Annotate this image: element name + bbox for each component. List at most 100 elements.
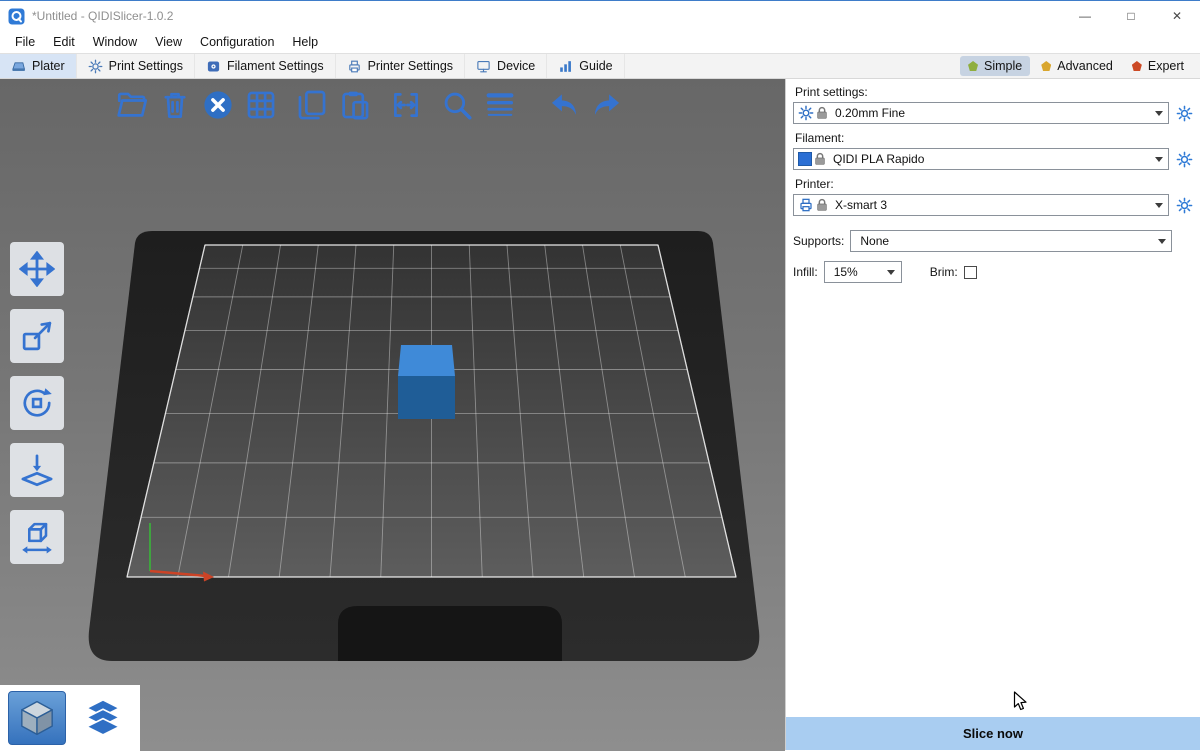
dropdown-arrow-icon <box>1150 149 1167 169</box>
advanced-mode-icon <box>1041 61 1051 71</box>
tab-filament-settings[interactable]: Filament Settings <box>195 54 336 78</box>
place-on-face-icon <box>19 452 55 488</box>
preview-view-button[interactable] <box>74 691 132 745</box>
delete-button[interactable] <box>155 85 195 125</box>
printer-select[interactable]: X-smart 3 <box>793 194 1169 216</box>
undo-icon <box>547 88 581 122</box>
scale-button[interactable] <box>10 309 64 363</box>
3d-editor-view-button[interactable] <box>8 691 66 745</box>
lock-icon <box>814 197 830 213</box>
tab-print-settings[interactable]: Print Settings <box>77 54 195 78</box>
search-button[interactable] <box>437 85 477 125</box>
menu-view[interactable]: View <box>146 35 191 49</box>
brim-checkbox[interactable] <box>964 266 977 279</box>
window-controls: — □ ✕ <box>1062 1 1200 31</box>
lock-icon <box>812 151 828 167</box>
minimize-button[interactable]: — <box>1062 1 1108 31</box>
app-icon <box>8 8 25 25</box>
filament-icon <box>206 59 221 74</box>
open-file-button[interactable] <box>112 85 152 125</box>
filament-color-swatch <box>798 152 812 166</box>
printer-label: Printer: <box>795 177 1194 191</box>
print-settings-gear-button[interactable] <box>1174 103 1194 123</box>
brim-label: Brim: <box>930 265 958 279</box>
print-profile-value: 0.20mm Fine <box>835 106 1150 120</box>
arrange-button[interactable] <box>241 85 281 125</box>
menu-help[interactable]: Help <box>283 35 327 49</box>
window-title: *Untitled - QIDISlicer-1.0.2 <box>32 9 173 23</box>
mode-simple[interactable]: Simple <box>960 56 1030 76</box>
plater-icon <box>11 59 26 74</box>
device-icon <box>476 59 491 74</box>
paste-button[interactable] <box>335 85 375 125</box>
mode-label: Expert <box>1148 59 1184 73</box>
undo-button[interactable] <box>544 85 584 125</box>
cube-view-icon <box>16 697 58 739</box>
tab-label: Guide <box>579 59 612 73</box>
split-icon <box>389 88 423 122</box>
3d-scene[interactable] <box>0 79 785 751</box>
copy-button[interactable] <box>292 85 332 125</box>
variable-layer-height-button[interactable] <box>480 85 520 125</box>
filament-label: Filament: <box>795 131 1194 145</box>
gear-icon <box>1176 105 1193 122</box>
filament-select[interactable]: QIDI PLA Rapido <box>793 148 1169 170</box>
tabbar: Plater Print Settings Filament Settings … <box>0 53 1200 79</box>
mode-advanced[interactable]: Advanced <box>1033 56 1121 76</box>
mode-switcher: Simple Advanced Expert <box>960 54 1200 78</box>
trash-icon <box>158 88 192 122</box>
redo-icon <box>590 88 624 122</box>
menu-edit[interactable]: Edit <box>44 35 84 49</box>
model-cube-front[interactable] <box>398 376 455 419</box>
view-switcher <box>0 685 140 751</box>
filament-settings-gear-button[interactable] <box>1174 149 1194 169</box>
menu-window[interactable]: Window <box>84 35 146 49</box>
lock-icon <box>814 105 830 121</box>
mode-expert[interactable]: Expert <box>1124 56 1192 76</box>
redo-button[interactable] <box>587 85 627 125</box>
open-folder-icon <box>115 88 149 122</box>
tab-label: Filament Settings <box>227 59 324 73</box>
close-button[interactable]: ✕ <box>1154 1 1200 31</box>
tab-device[interactable]: Device <box>465 54 547 78</box>
expert-mode-icon <box>1132 61 1142 71</box>
printer-icon <box>347 59 362 74</box>
gear-icon <box>88 59 103 74</box>
infill-select[interactable]: 15% <box>824 261 902 283</box>
rotate-button[interactable] <box>10 376 64 430</box>
tab-printer-settings[interactable]: Printer Settings <box>336 54 465 78</box>
menubar: File Edit Window View Configuration Help <box>0 31 1200 53</box>
guide-icon <box>558 59 573 74</box>
measure-button[interactable] <box>10 510 64 564</box>
split-button[interactable] <box>386 85 426 125</box>
menu-configuration[interactable]: Configuration <box>191 35 283 49</box>
dropdown-arrow-icon <box>883 262 900 282</box>
object-manipulation-toolbar <box>10 242 64 564</box>
tab-label: Plater <box>32 59 65 73</box>
supports-select[interactable]: None <box>850 230 1172 252</box>
titlebar: *Untitled - QIDISlicer-1.0.2 — □ ✕ <box>0 1 1200 31</box>
delete-all-icon <box>201 88 235 122</box>
rotate-icon <box>19 385 55 421</box>
gear-icon <box>1176 197 1193 214</box>
simple-mode-icon <box>968 61 978 71</box>
viewport <box>0 79 785 751</box>
tab-label: Printer Settings <box>368 59 453 73</box>
menu-file[interactable]: File <box>6 35 44 49</box>
paste-icon <box>338 88 372 122</box>
place-on-face-button[interactable] <box>10 443 64 497</box>
move-button[interactable] <box>10 242 64 296</box>
printer-settings-gear-button[interactable] <box>1174 195 1194 215</box>
measure-icon <box>19 519 55 555</box>
bed-handle-notch <box>338 606 562 661</box>
qidislicer-window: *Untitled - QIDISlicer-1.0.2 — □ ✕ File … <box>0 0 1200 750</box>
delete-all-button[interactable] <box>198 85 238 125</box>
dropdown-arrow-icon <box>1150 195 1167 215</box>
maximize-button[interactable]: □ <box>1108 1 1154 31</box>
slice-now-button[interactable]: Slice now <box>786 717 1200 750</box>
print-profile-select[interactable]: 0.20mm Fine <box>793 102 1169 124</box>
tab-guide[interactable]: Guide <box>547 54 624 78</box>
main-area: Print settings: 0.20mm Fine Filament: <box>0 79 1200 750</box>
tab-plater[interactable]: Plater <box>0 54 77 78</box>
model-cube-top[interactable] <box>398 345 455 376</box>
